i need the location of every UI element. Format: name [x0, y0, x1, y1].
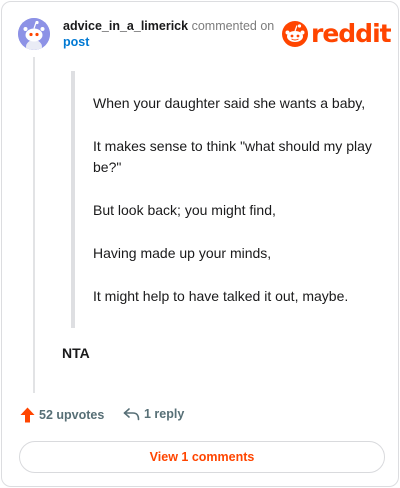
- reply-count: 1 reply: [144, 407, 185, 421]
- reddit-logo-icon: [282, 21, 308, 47]
- comment-header: advice_in_a_limerick commented on: [63, 18, 274, 35]
- quote-line: It might help to have talked it out, may…: [93, 288, 349, 304]
- quote-line: But look back; you might find,: [93, 202, 276, 218]
- commented-on-text: commented on: [191, 19, 275, 33]
- reddit-logo[interactable]: reddit: [282, 19, 392, 48]
- comment-body-quote: When your daughter said she wants a baby…: [93, 93, 378, 329]
- reply-button[interactable]: 1 reply: [123, 407, 184, 421]
- upvote-button[interactable]: 52 upvotes: [20, 407, 104, 423]
- quote-line: It makes sense to think "what should my …: [93, 138, 372, 175]
- verdict-text: NTA: [62, 345, 90, 361]
- snoo-avatar-icon: [18, 18, 50, 50]
- username-link[interactable]: advice_in_a_limerick: [63, 19, 188, 33]
- reply-arrow-icon: [123, 408, 140, 421]
- blockquote-bar: [71, 71, 75, 328]
- view-comments-button[interactable]: View 1 comments: [19, 441, 385, 473]
- quote-line: Having made up your minds,: [93, 245, 272, 261]
- comment-card: advice_in_a_limerick commented on post r…: [1, 1, 399, 487]
- thread-line[interactable]: [33, 57, 35, 393]
- reddit-wordmark: reddit: [311, 19, 392, 48]
- quote-line: When your daughter said she wants a baby…: [93, 95, 366, 111]
- post-link[interactable]: post: [63, 35, 89, 49]
- upvote-arrow-icon: [20, 407, 35, 423]
- avatar[interactable]: [18, 18, 50, 50]
- upvote-count: 52 upvotes: [39, 408, 105, 422]
